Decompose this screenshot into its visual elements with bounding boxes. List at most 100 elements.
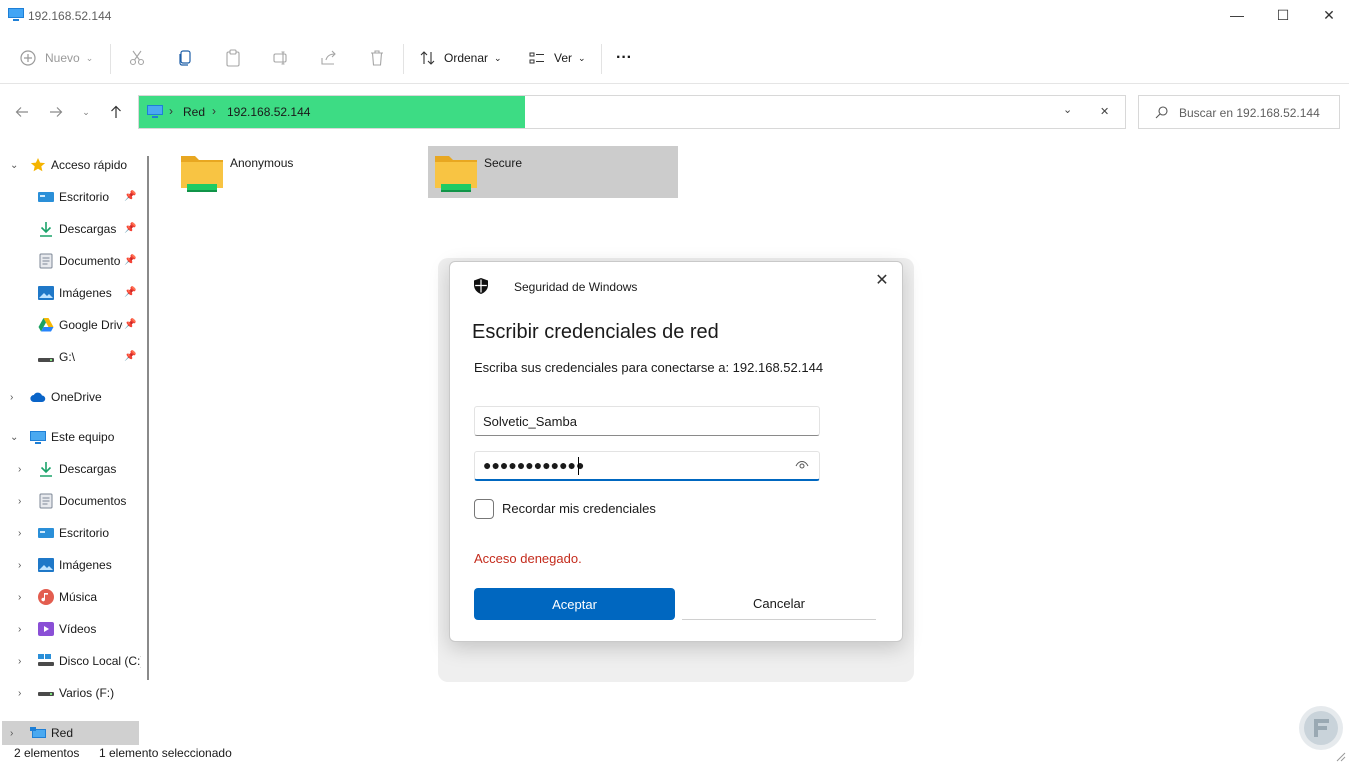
pin-icon: 📌 [124,319,137,330]
address-history-button[interactable]: ⌄ [1063,103,1072,116]
arrow-right-icon [50,107,63,117]
password-field[interactable]: ●●●●●●●●●●●● [474,451,820,481]
chevron-right-icon: › [18,687,22,699]
chevron-down-icon: ⌄ [578,52,586,63]
cut-button[interactable] [128,46,146,70]
breadcrumb-red[interactable]: Red [183,105,205,119]
drive-icon [38,358,54,362]
arrow-up-icon [111,105,121,118]
sidebar-item-label: Imágenes [59,286,112,300]
breadcrumb-ip[interactable]: 192.168.52.144 [227,105,310,119]
clear-address-button[interactable]: ✕ [1100,105,1109,118]
folder-item-secure[interactable]: Secure [434,146,674,198]
sidebar-item-escritorio[interactable]: Escritorio 📌 [0,186,146,208]
credentials-dialog: Seguridad de Windows ✕ Escribir credenci… [449,261,903,642]
delete-button[interactable] [368,46,386,70]
network-folder-icon [435,156,477,192]
paste-icon [226,49,240,67]
password-value: ●●●●●●●●●●●● [483,457,585,473]
forward-button[interactable] [46,100,66,124]
new-button[interactable]: Nuevo ⌄ [20,46,93,70]
sidebar-item-label: Descargas [59,462,117,476]
local-disk-icon [38,654,54,666]
sidebar-item-onedrive[interactable]: › OneDrive [0,386,146,408]
view-button[interactable]: Ver ⌄ [529,46,586,70]
sidebar-item-network[interactable]: › Red [0,722,146,744]
dialog-close-button[interactable]: ✕ [872,270,892,290]
sidebar-item-label: Disco Local (C:) [59,654,141,668]
copy-button[interactable] [176,46,194,70]
toolbar-divider [110,44,111,74]
maximize-button[interactable]: ☐ [1260,0,1306,30]
title-bar: 192.168.52.144 — ☐ ✕ [0,0,1349,32]
sidebar-item-pc-escritorio[interactable]: › Escritorio [0,522,146,544]
sidebar-item-documentos[interactable]: Documento 📌 [0,250,146,272]
more-icon: ··· [616,49,632,66]
dialog-prompt: Escriba sus credenciales para conectarse… [474,360,824,375]
sidebar-item-google-drive[interactable]: Google Drive 📌 [0,314,146,336]
sidebar-item-pc-local-disk[interactable]: › Disco Local (C:) [0,650,146,672]
search-box[interactable]: Buscar en 192.168.52.144 [1138,95,1340,129]
share-button[interactable] [320,46,338,70]
documents-icon [39,253,53,269]
username-field[interactable]: Solvetic_Samba [474,406,820,436]
monitor-icon [8,8,24,21]
close-icon: ✕ [1100,106,1110,118]
toolbar-divider [601,44,602,74]
sidebar-item-g-drive[interactable]: G:\ 📌 [0,346,146,368]
command-bar: Nuevo ⌄ Ordenar ⌄ Ver ⌄ ··· [0,32,1349,84]
star-icon [30,158,46,172]
sidebar-scrollbar[interactable] [147,156,149,680]
remember-checkbox[interactable] [474,499,494,519]
sidebar-item-pc-videos[interactable]: › Vídeos [0,618,146,640]
resize-grip-icon[interactable] [1336,752,1346,762]
drive-icon [38,692,54,696]
sidebar-item-label: Documento [59,254,121,268]
folder-item-anonymous[interactable]: Anonymous [180,146,390,198]
sidebar-item-pc-documentos[interactable]: › Documentos [0,490,146,512]
remember-label: Recordar mis credenciales [502,501,656,516]
sidebar-item-pc-varios[interactable]: › Varios (F:) [0,682,146,704]
up-button[interactable] [106,100,126,124]
rename-icon [273,51,287,65]
rename-button[interactable] [272,46,290,70]
search-placeholder: Buscar en 192.168.52.144 [1179,106,1320,120]
sidebar-item-this-pc[interactable]: ⌄ Este equipo [0,426,146,448]
sidebar-item-pc-descargas[interactable]: › Descargas [0,458,146,480]
this-pc-icon [30,431,46,444]
address-bar[interactable]: › Red › 192.168.52.144 ⌄ ✕ [138,95,1126,129]
download-icon [40,222,52,237]
back-button[interactable] [12,100,32,124]
chevron-right-icon: › [18,463,22,475]
sidebar-item-imagenes[interactable]: Imágenes 📌 [0,282,146,304]
onedrive-icon [30,392,46,403]
folder-name: Anonymous [230,156,294,170]
sidebar-item-label: Descargas [59,222,117,236]
sidebar-item-label: Varios (F:) [59,686,115,700]
sidebar-item-descargas[interactable]: Descargas 📌 [0,218,146,240]
sidebar-item-pc-imagenes[interactable]: › Imágenes [0,554,146,576]
close-window-button[interactable]: ✕ [1306,0,1349,30]
minimize-button[interactable]: — [1214,0,1260,30]
share-icon [321,50,336,65]
accept-button[interactable]: Aceptar [474,588,675,620]
chevron-down-icon: ⌄ [494,52,502,63]
sort-button[interactable]: Ordenar ⌄ [420,46,502,70]
pin-icon: 📌 [124,223,137,234]
chevron-right-icon: › [10,391,14,403]
more-options-button[interactable]: ··· [616,46,632,70]
download-icon [40,462,52,477]
desktop-icon [38,192,54,202]
reveal-password-icon[interactable] [795,460,809,470]
cut-icon [129,50,145,66]
recent-locations-button[interactable]: ⌄ [76,100,96,124]
paste-button[interactable] [224,46,242,70]
sidebar-item-label: Acceso rápido [51,158,128,172]
new-label: Nuevo [45,51,80,65]
username-value: Solvetic_Samba [483,414,577,429]
dialog-app-title: Seguridad de Windows [514,280,638,294]
plus-circle-icon [20,50,36,66]
cancel-button[interactable]: Cancelar [682,588,876,620]
sidebar-item-pc-musica[interactable]: › Música [0,586,146,608]
sidebar-item-quick-access[interactable]: ⌄ Acceso rápido [0,154,146,176]
